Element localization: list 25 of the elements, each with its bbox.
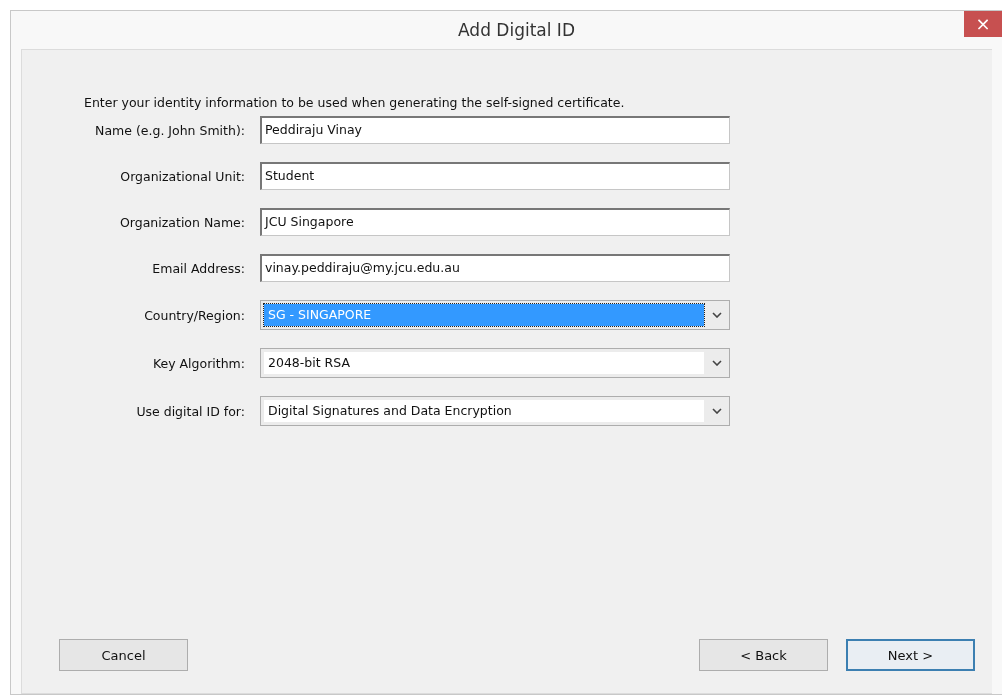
close-button[interactable]: × xyxy=(964,11,1002,37)
dropdown[interactable]: Digital Signatures and Data Encryption xyxy=(260,396,730,426)
input-field[interactable]: Peddiraju Vinay xyxy=(260,116,730,144)
caret-icon xyxy=(712,408,722,414)
cancel-button[interactable]: Cancel xyxy=(59,639,188,671)
caret-icon xyxy=(712,360,722,366)
input-field[interactable]: vinay.peddiraju@my.jcu.edu.au xyxy=(260,254,730,282)
next-button[interactable]: Next > xyxy=(846,639,975,671)
back-button[interactable]: < Back xyxy=(699,639,828,671)
field-label: Name (e.g. John Smith): xyxy=(94,122,245,138)
field-label: Use digital ID for: xyxy=(135,403,245,419)
field-label: Organization Name: xyxy=(119,214,245,230)
input-field[interactable]: JCU Singapore xyxy=(260,208,730,236)
field-label: Country/Region: xyxy=(143,307,245,323)
dropdown-value: Digital Signatures and Data Encryption xyxy=(264,400,704,422)
window-title: Add Digital ID xyxy=(458,20,575,40)
field-label: Key Algorithm: xyxy=(151,355,245,371)
input-field[interactable]: Student xyxy=(260,162,730,190)
field-label: Organizational Unit: xyxy=(119,168,245,184)
dropdown[interactable]: 2048-bit RSA xyxy=(260,348,730,378)
instruction-text: Enter your identity information to be used when generating the self-signed certificate. xyxy=(84,95,626,110)
dropdown-value: SG - SINGAPORE xyxy=(264,304,704,326)
caret-icon xyxy=(712,312,722,318)
field-label: Email Address: xyxy=(151,260,245,276)
dropdown-value: 2048-bit RSA xyxy=(264,352,704,374)
